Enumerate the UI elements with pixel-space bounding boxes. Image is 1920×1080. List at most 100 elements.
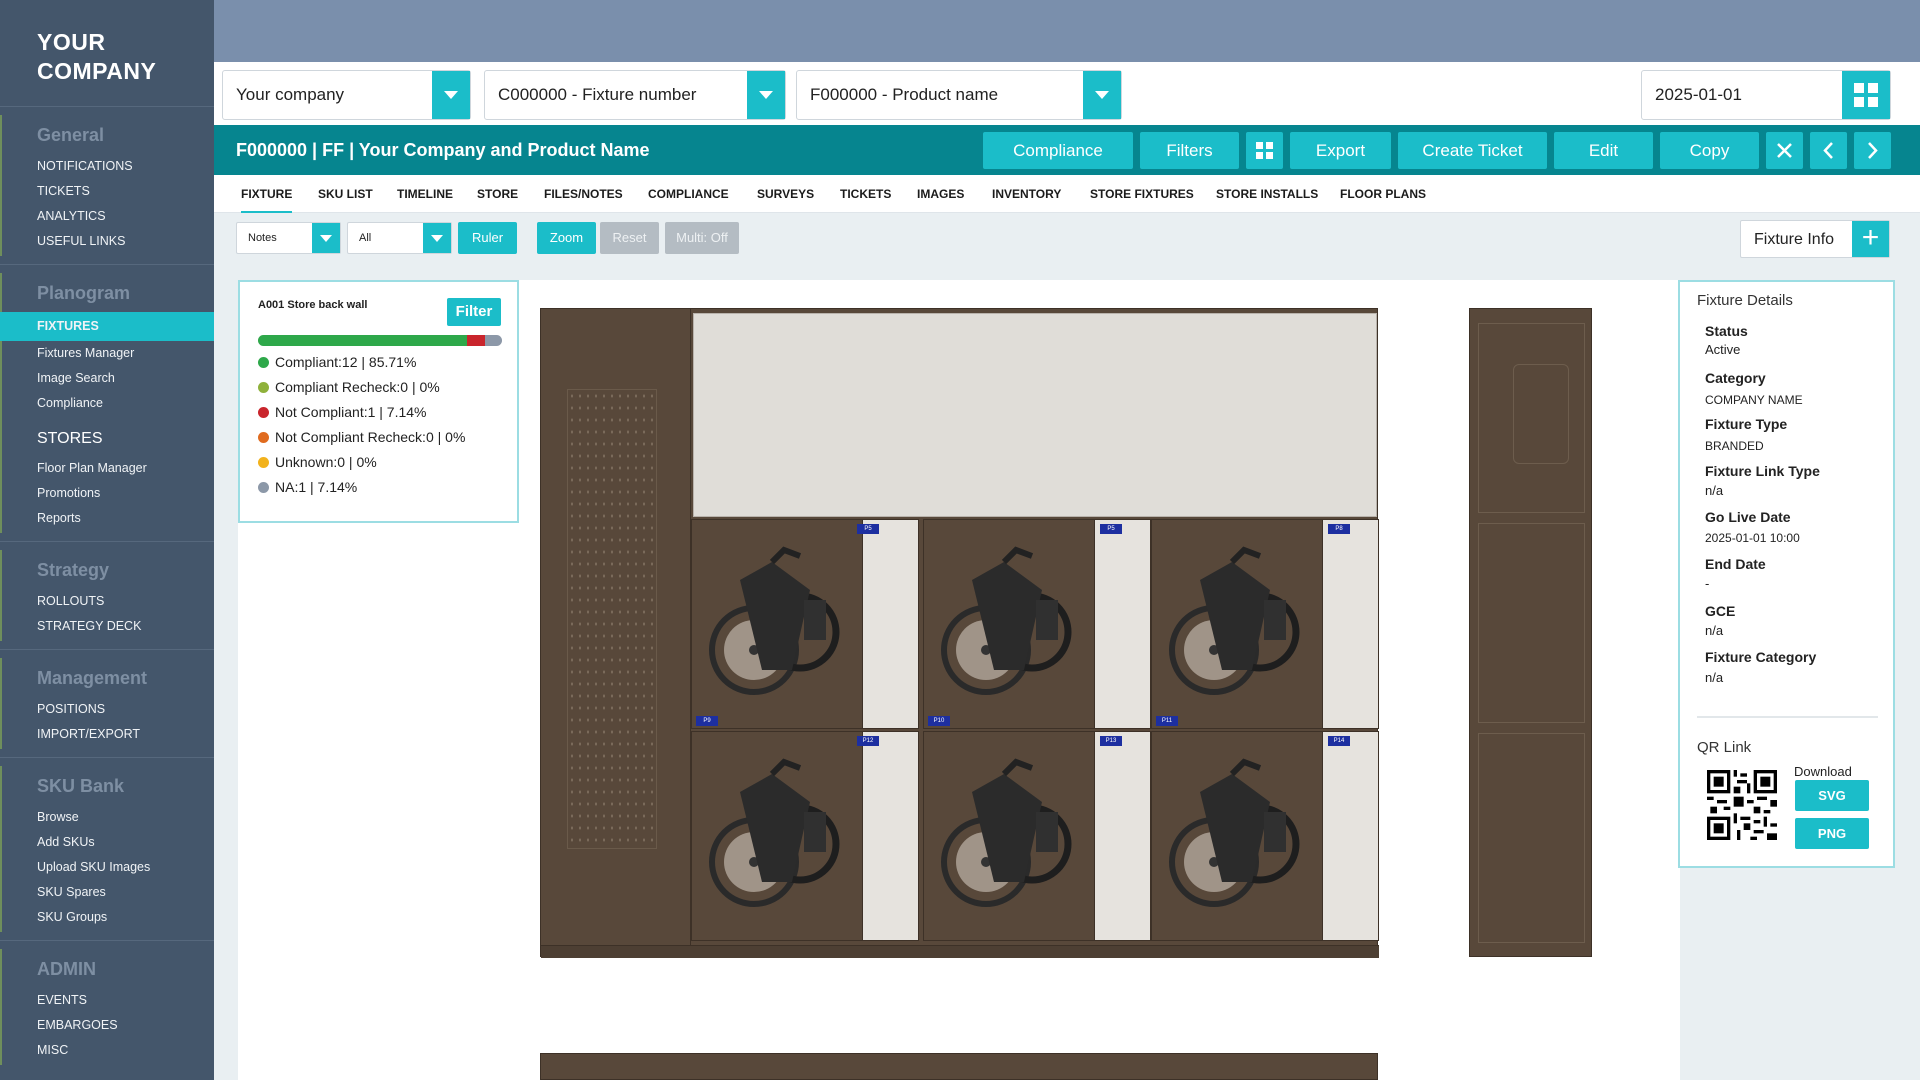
position-tag[interactable]: P5	[1100, 524, 1122, 534]
shelf-bay[interactable]: P13	[923, 731, 1151, 941]
tab-inventory[interactable]: INVENTORY	[992, 187, 1061, 201]
sidebar-item-browse[interactable]: Browse	[0, 805, 214, 830]
legend-item[interactable]: Not Compliant:1 | 7.14%	[258, 400, 465, 425]
chevron-down-icon[interactable]	[1083, 71, 1121, 119]
summary-filter-button[interactable]: Filter	[447, 298, 501, 326]
chevron-right-icon[interactable]	[1854, 132, 1891, 169]
sidebar-item-floor-plan-manager[interactable]: Floor Plan Manager	[0, 456, 214, 481]
tab-compliance[interactable]: COMPLIANCE	[648, 187, 729, 201]
position-tag[interactable]: P8	[1328, 524, 1350, 534]
sidebar-item-notifications[interactable]: NOTIFICATIONS	[0, 154, 214, 179]
folding-bike-product[interactable]	[1152, 520, 1322, 728]
folding-bike-product[interactable]	[1152, 732, 1322, 940]
chevron-down-icon[interactable]	[423, 223, 451, 253]
sidebar-item-sku-spares[interactable]: SKU Spares	[0, 880, 214, 905]
copy-button[interactable]: Copy	[1660, 132, 1759, 169]
sidebar-item-positions[interactable]: POSITIONS	[0, 697, 214, 722]
grid-view-icon[interactable]	[1246, 132, 1283, 169]
sidebar-item-strategy-deck[interactable]: STRATEGY DECK	[0, 614, 214, 639]
date-picker[interactable]: 2025-01-01	[1641, 70, 1891, 120]
legend-item[interactable]: Compliant Recheck:0 | 0%	[258, 375, 465, 400]
download-svg-button[interactable]: SVG	[1795, 780, 1869, 811]
header-graphic-panel[interactable]	[693, 313, 1377, 517]
sidebar-item-reports[interactable]: Reports	[0, 506, 214, 531]
position-tag[interactable]: P11	[1156, 716, 1178, 726]
position-tag[interactable]: P12	[857, 736, 879, 746]
filters-button[interactable]: Filters	[1140, 132, 1239, 169]
compliance-button[interactable]: Compliance	[983, 132, 1133, 169]
plus-icon[interactable]: +	[1852, 221, 1889, 257]
legend-item[interactable]: Not Compliant Recheck:0 | 0%	[258, 425, 465, 450]
product-select[interactable]: F000000 - Product name	[796, 70, 1122, 120]
sidebar-item-misc[interactable]: MISC	[0, 1038, 214, 1063]
sidebar-item-fixtures[interactable]: FIXTURES	[0, 312, 214, 341]
sidebar-heading-stores[interactable]: STORES	[0, 416, 214, 456]
create-ticket-button[interactable]: Create Ticket	[1398, 132, 1547, 169]
sidebar-item-analytics[interactable]: ANALYTICS	[0, 204, 214, 229]
fixture-side-view[interactable]	[1469, 308, 1592, 957]
tab-fixture[interactable]: FIXTURE	[241, 187, 293, 213]
shelf-bay[interactable]: P12	[691, 731, 919, 941]
folding-bike-product[interactable]	[692, 520, 862, 728]
sidebar-item-embargoes[interactable]: EMBARGOES	[0, 1013, 214, 1038]
ruler-button[interactable]: Ruler	[458, 222, 517, 254]
fixture-front-view-secondary[interactable]	[540, 1053, 1378, 1080]
qr-code-icon[interactable]	[1707, 769, 1777, 841]
shelf-bay[interactable]: P14	[1151, 731, 1379, 941]
tab-images[interactable]: IMAGES	[917, 187, 964, 201]
position-tag[interactable]: P14	[1328, 736, 1350, 746]
tab-tickets[interactable]: TICKETS	[840, 187, 891, 201]
chevron-down-icon[interactable]	[432, 71, 470, 119]
position-tag[interactable]: P13	[1100, 736, 1122, 746]
sidebar-item-import-export[interactable]: IMPORT/EXPORT	[0, 722, 214, 747]
shelf-bay[interactable]: P5 P9	[691, 519, 919, 729]
company-logo[interactable]: YOUR COMPANY	[0, 0, 214, 106]
position-tag[interactable]: P10	[928, 716, 950, 726]
tab-store-installs[interactable]: STORE INSTALLS	[1216, 187, 1318, 201]
sidebar-item-fixtures-manager[interactable]: Fixtures Manager	[0, 341, 214, 366]
sidebar-item-image-search[interactable]: Image Search	[0, 366, 214, 391]
sidebar-item-add-skus[interactable]: Add SKUs	[0, 830, 214, 855]
tab-store-fixtures[interactable]: STORE FIXTURES	[1090, 187, 1194, 201]
fixture-select[interactable]: C000000 - Fixture number	[484, 70, 786, 120]
fixture-front-view[interactable]: P5 P9 P5 P10 P8 P11 P12 P13 P14	[540, 308, 1379, 958]
fixture-info-button[interactable]: Fixture Info +	[1740, 220, 1890, 258]
sidebar-item-promotions[interactable]: Promotions	[0, 481, 214, 506]
close-icon[interactable]	[1766, 132, 1803, 169]
sidebar-item-upload-sku-images[interactable]: Upload SKU Images	[0, 855, 214, 880]
multi-toggle-button[interactable]: Multi: Off	[665, 222, 739, 254]
folding-bike-product[interactable]	[924, 732, 1094, 940]
zoom-button[interactable]: Zoom	[537, 222, 596, 254]
company-select[interactable]: Your company	[222, 70, 471, 120]
sidebar-item-tickets[interactable]: TICKETS	[0, 179, 214, 204]
tab-store[interactable]: STORE	[477, 187, 518, 201]
notes-select[interactable]: Notes	[236, 222, 341, 254]
chevron-down-icon[interactable]	[747, 71, 785, 119]
shelf-bay[interactable]: P5 P10	[923, 519, 1151, 729]
legend-item[interactable]: Compliant:12 | 85.71%	[258, 350, 465, 375]
legend-item[interactable]: Unknown:0 | 0%	[258, 450, 465, 475]
sidebar-item-rollouts[interactable]: ROLLOUTS	[0, 589, 214, 614]
tab-floor-plans[interactable]: FLOOR PLANS	[1340, 187, 1426, 201]
tab-files-notes[interactable]: FILES/NOTES	[544, 187, 623, 201]
sidebar-item-useful-links[interactable]: USEFUL LINKS	[0, 229, 214, 254]
tab-timeline[interactable]: TIMELINE	[397, 187, 453, 201]
chevron-down-icon[interactable]	[312, 223, 340, 253]
sidebar-item-events[interactable]: EVENTS	[0, 988, 214, 1013]
sidebar-item-sku-groups[interactable]: SKU Groups	[0, 905, 214, 930]
tab-surveys[interactable]: SURVEYS	[757, 187, 814, 201]
all-select[interactable]: All	[347, 222, 452, 254]
legend-item[interactable]: NA:1 | 7.14%	[258, 475, 465, 500]
sidebar-item-compliance[interactable]: Compliance	[0, 391, 214, 416]
position-tag[interactable]: P9	[696, 716, 718, 726]
folding-bike-product[interactable]	[692, 732, 862, 940]
tab-sku-list[interactable]: SKU LIST	[318, 187, 373, 201]
chevron-left-icon[interactable]	[1810, 132, 1847, 169]
position-tag[interactable]: P5	[857, 524, 879, 534]
calendar-grid-icon[interactable]	[1842, 71, 1890, 119]
export-button[interactable]: Export	[1290, 132, 1391, 169]
download-png-button[interactable]: PNG	[1795, 818, 1869, 849]
reset-button[interactable]: Reset	[600, 222, 659, 254]
folding-bike-product[interactable]	[924, 520, 1094, 728]
shelf-bay[interactable]: P8 P11	[1151, 519, 1379, 729]
